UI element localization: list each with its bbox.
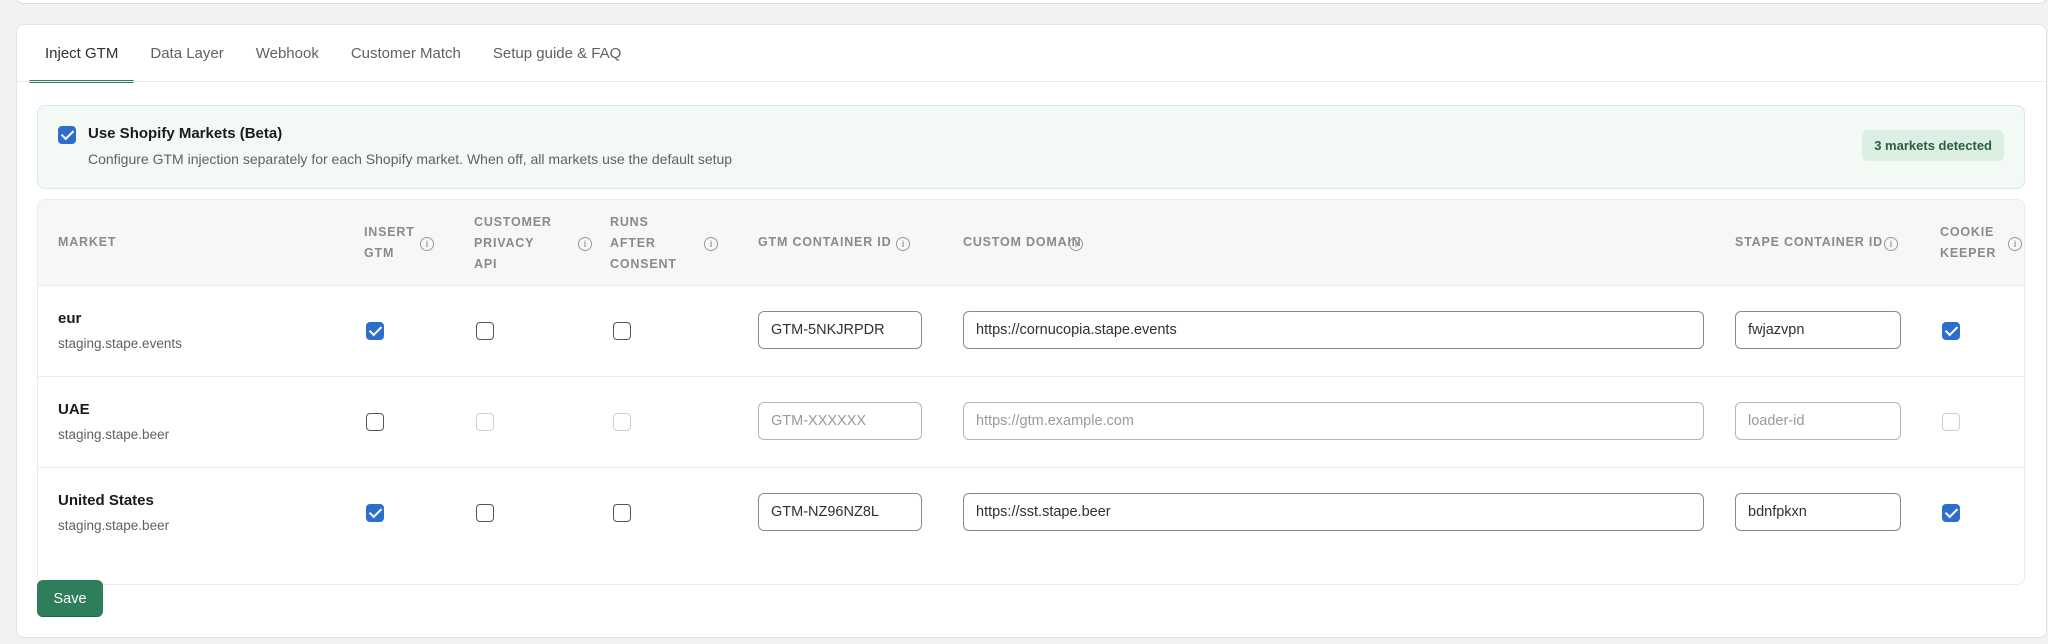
insert-gtm-checkbox[interactable] [366,413,384,431]
market-name: UAE [58,401,90,418]
privacy-api-checkbox[interactable] [476,322,494,340]
header-runs-after-consent: RUNS AFTER CONSENT [610,215,677,271]
use-shopify-markets-checkbox[interactable] [58,126,76,144]
info-icon[interactable]: i [896,237,910,251]
markets-detected-badge: 3 markets detected [1862,130,2004,161]
inject-gtm-card: Inject GTM Data Layer Webhook Customer M… [16,24,2047,638]
tab-setup-guide[interactable]: Setup guide & FAQ [477,25,637,81]
header-market: MARKET [58,235,117,249]
market-name: United States [58,492,154,509]
gtm-container-id-input[interactable] [758,493,922,531]
gtm-container-id-input[interactable] [758,311,922,349]
header-privacy-api: CUSTOMER PRIVACY API [474,215,552,271]
info-icon[interactable]: i [1884,237,1898,251]
tabs-divider [17,81,2046,82]
custom-domain-input[interactable] [963,402,1704,440]
market-domain: staging.stape.events [58,336,182,351]
insert-gtm-checkbox[interactable] [366,322,384,340]
runs-after-consent-checkbox [613,413,631,431]
runs-after-consent-checkbox[interactable] [613,322,631,340]
stape-container-id-input[interactable] [1735,493,1901,531]
info-icon[interactable]: i [2008,237,2022,251]
table-row: eur staging.stape.events [38,286,2024,377]
tab-inject-gtm[interactable]: Inject GTM [29,25,135,83]
header-cookie-keeper: COOKIE KEEPER [1940,225,1997,260]
market-domain: staging.stape.beer [58,427,170,442]
custom-domain-input[interactable] [963,493,1704,531]
tab-bar: Inject GTM Data Layer Webhook Customer M… [29,25,637,83]
header-insert-gtm: INSERT GTM [364,225,415,260]
market-name: eur [58,310,82,327]
save-button[interactable]: Save [37,580,103,617]
privacy-api-checkbox [476,413,494,431]
banner-title: Use Shopify Markets (Beta) [88,125,283,142]
tab-webhook[interactable]: Webhook [240,25,335,81]
tab-data-layer[interactable]: Data Layer [134,25,239,81]
table-row: United States staging.stape.beer [38,468,2024,559]
cookie-keeper-checkbox[interactable] [1942,504,1960,522]
shopify-markets-banner: Use Shopify Markets (Beta) Configure GTM… [37,105,2025,189]
header-custom-domain: CUSTOM DOMAIN [963,235,1082,249]
insert-gtm-checkbox[interactable] [366,504,384,522]
stape-container-id-input[interactable] [1735,402,1901,440]
info-icon[interactable]: i [704,237,718,251]
stape-container-id-input[interactable] [1735,311,1901,349]
previous-card-edge [16,0,2047,4]
market-domain: staging.stape.beer [58,518,170,533]
info-icon[interactable]: i [578,237,592,251]
banner-description: Configure GTM injection separately for e… [88,151,733,167]
info-icon[interactable]: i [1069,237,1083,251]
cookie-keeper-checkbox[interactable] [1942,322,1960,340]
tab-customer-match[interactable]: Customer Match [335,25,477,81]
cookie-keeper-checkbox [1942,413,1960,431]
header-stape-container-id: STAPE CONTAINER ID [1735,235,1883,249]
table-header: MARKET INSERT GTM i CUSTOMER PRIVACY API i … [38,200,2024,286]
runs-after-consent-checkbox[interactable] [613,504,631,522]
markets-table: MARKET INSERT GTM i CUSTOMER PRIVACY API i … [37,199,2025,585]
privacy-api-checkbox[interactable] [476,504,494,522]
table-row: UAE staging.stape.beer [38,377,2024,468]
header-gtm-container-id: GTM CONTAINER ID [758,235,892,249]
info-icon[interactable]: i [420,237,434,251]
custom-domain-input[interactable] [963,311,1704,349]
gtm-container-id-input[interactable] [758,402,922,440]
